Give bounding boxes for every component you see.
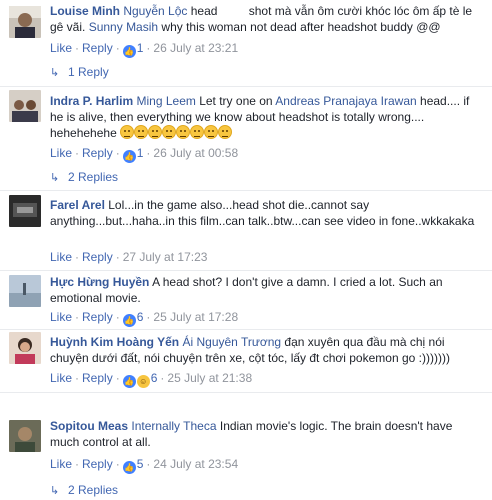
like-icon[interactable]: 👍 xyxy=(122,150,136,163)
separator-dot: · xyxy=(146,41,151,55)
separator-dot: · xyxy=(146,457,151,471)
timestamp[interactable]: 26 July at 00:58 xyxy=(153,146,238,160)
timestamp[interactable]: 24 July at 23:54 xyxy=(153,457,238,471)
replies-count[interactable]: 1 Reply xyxy=(68,65,109,79)
comment-text: Let try one on xyxy=(195,94,276,108)
timestamp[interactable]: 27 July at 17:23 xyxy=(123,250,208,264)
comment-author[interactable]: Huỳnh Kim Hoàng Yến xyxy=(50,335,179,349)
like-button[interactable]: Like xyxy=(50,457,72,471)
replies-count[interactable]: 2 Replies xyxy=(68,170,118,184)
like-button[interactable]: Like xyxy=(50,371,72,385)
reply-button[interactable]: Reply xyxy=(82,41,113,55)
comment-body: Huỳnh Kim Hoàng Yến Ái Nguyên Trương đạn… xyxy=(50,334,482,366)
timestamp[interactable]: 26 July at 23:21 xyxy=(153,41,238,55)
divider xyxy=(0,329,492,330)
comment-actions: Like · Reply · 👍 6 · 25 July at 17:28 xyxy=(50,309,238,327)
like-icon[interactable]: 👍 xyxy=(122,314,136,327)
sweat-smile-emoji-icon xyxy=(162,125,177,139)
separator-dot: · xyxy=(75,146,80,160)
avatar[interactable] xyxy=(9,420,41,452)
comment-body: Farel Arel Lol...in the game also...head… xyxy=(50,197,482,229)
separator-dot: · xyxy=(75,457,80,471)
sweat-smile-emoji-icon xyxy=(190,125,205,139)
comment-mention[interactable]: Nguyễn Lộc xyxy=(123,4,187,18)
comment-mention[interactable]: Ming Leem xyxy=(137,94,196,108)
separator-dot: · xyxy=(115,371,120,385)
like-button[interactable]: Like xyxy=(50,310,72,324)
comment-actions: Like · Reply · 👍 5 · 24 July at 23:54 xyxy=(50,456,238,474)
divider xyxy=(0,392,492,393)
comment-mention[interactable]: Sunny Masih xyxy=(89,20,158,34)
like-icon[interactable]: 👍 xyxy=(122,45,136,58)
comment-actions: Like · Reply · 👍 1 · 26 July at 23:21 xyxy=(50,40,238,58)
reply-button[interactable]: Reply xyxy=(82,310,113,324)
comment-text: why this woman not dead after headshot b… xyxy=(158,20,441,34)
comment-body: Hực Hừng Huyền A head shot? I don't give… xyxy=(50,274,482,306)
reply-button[interactable]: Reply xyxy=(82,146,113,160)
avatar[interactable] xyxy=(9,6,41,38)
divider xyxy=(0,270,492,271)
comment-body: Louise Minh Nguyễn Lộc head shot mà vẫn … xyxy=(50,3,482,35)
avatar[interactable] xyxy=(9,195,41,227)
like-icon[interactable]: 👍 xyxy=(122,375,136,388)
separator-dot: · xyxy=(146,310,151,324)
comment-mention[interactable]: Internally Theca xyxy=(131,419,216,433)
separator-dot: · xyxy=(115,457,120,471)
reply-arrow-icon: ↳ xyxy=(50,485,60,497)
sweat-smile-emoji-icon xyxy=(120,125,135,139)
replies-count[interactable]: 2 Replies xyxy=(68,483,118,497)
reply-button[interactable]: Reply xyxy=(82,250,113,264)
avatar[interactable] xyxy=(9,90,41,122)
timestamp[interactable]: 25 July at 17:28 xyxy=(153,310,238,324)
separator-dot: · xyxy=(115,250,120,264)
comment-actions: Like · Reply · 👍 1 · 26 July at 00:58 xyxy=(50,145,238,163)
view-replies-link[interactable]: ↳ 1 Reply xyxy=(50,64,109,81)
avatar[interactable] xyxy=(9,332,41,364)
redaction xyxy=(217,6,246,16)
reply-button[interactable]: Reply xyxy=(82,457,113,471)
comment-body: Indra P. Harlim Ming Leem Let try one on… xyxy=(50,93,482,141)
divider xyxy=(0,190,492,191)
separator-dot: · xyxy=(115,310,120,324)
separator-dot: · xyxy=(75,310,80,324)
divider xyxy=(0,86,492,87)
comment-actions: Like · Reply · 👍 ☺ 6 · 25 July at 21:38 xyxy=(50,370,252,388)
reply-arrow-icon: ↳ xyxy=(50,67,60,79)
sweat-smile-emoji-icon xyxy=(176,125,191,139)
separator-dot: · xyxy=(75,41,80,55)
sweat-smile-emoji-icon xyxy=(148,125,163,139)
separator-dot: · xyxy=(115,146,120,160)
comment-author[interactable]: Indra P. Harlim xyxy=(50,94,133,108)
timestamp[interactable]: 25 July at 21:38 xyxy=(167,371,252,385)
sweat-smile-emoji-icon xyxy=(134,125,149,139)
sweat-smile-emoji-icon xyxy=(204,125,219,139)
view-replies-link[interactable]: ↳ 2 Replies xyxy=(50,482,118,499)
separator-dot: · xyxy=(115,41,120,55)
separator-dot: · xyxy=(75,250,80,264)
like-button[interactable]: Like xyxy=(50,41,72,55)
emoji-row xyxy=(120,125,233,140)
view-replies-link[interactable]: ↳ 2 Replies xyxy=(50,169,118,186)
comment-author[interactable]: Hực Hừng Huyền xyxy=(50,275,149,289)
comment-author[interactable]: Louise Minh xyxy=(50,4,120,18)
separator-dot: · xyxy=(75,371,80,385)
separator-dot: · xyxy=(160,371,165,385)
separator-dot: · xyxy=(146,146,151,160)
like-icon[interactable]: 👍 xyxy=(122,461,136,474)
reply-arrow-icon: ↳ xyxy=(50,172,60,184)
haha-icon[interactable]: ☺ xyxy=(136,375,150,388)
comment-text: head xyxy=(187,4,218,18)
comment-author[interactable]: Farel Arel xyxy=(50,198,105,212)
comment-mention[interactable]: Andreas Pranajaya Irawan xyxy=(275,94,416,108)
comment-mention[interactable]: Ái Nguyên Trương xyxy=(182,335,281,349)
comment-author[interactable]: Sopitou Meas xyxy=(50,419,128,433)
comment-body: Sopitou Meas Internally Theca Indian mov… xyxy=(50,418,482,450)
like-button[interactable]: Like xyxy=(50,146,72,160)
like-button[interactable]: Like xyxy=(50,250,72,264)
sweat-smile-emoji-icon xyxy=(218,125,233,139)
comment-actions: Like · Reply · 27 July at 17:23 xyxy=(50,249,207,265)
reply-button[interactable]: Reply xyxy=(82,371,113,385)
comment-text: Lol...in the game also...head shot die..… xyxy=(50,198,475,228)
avatar[interactable] xyxy=(9,275,41,307)
